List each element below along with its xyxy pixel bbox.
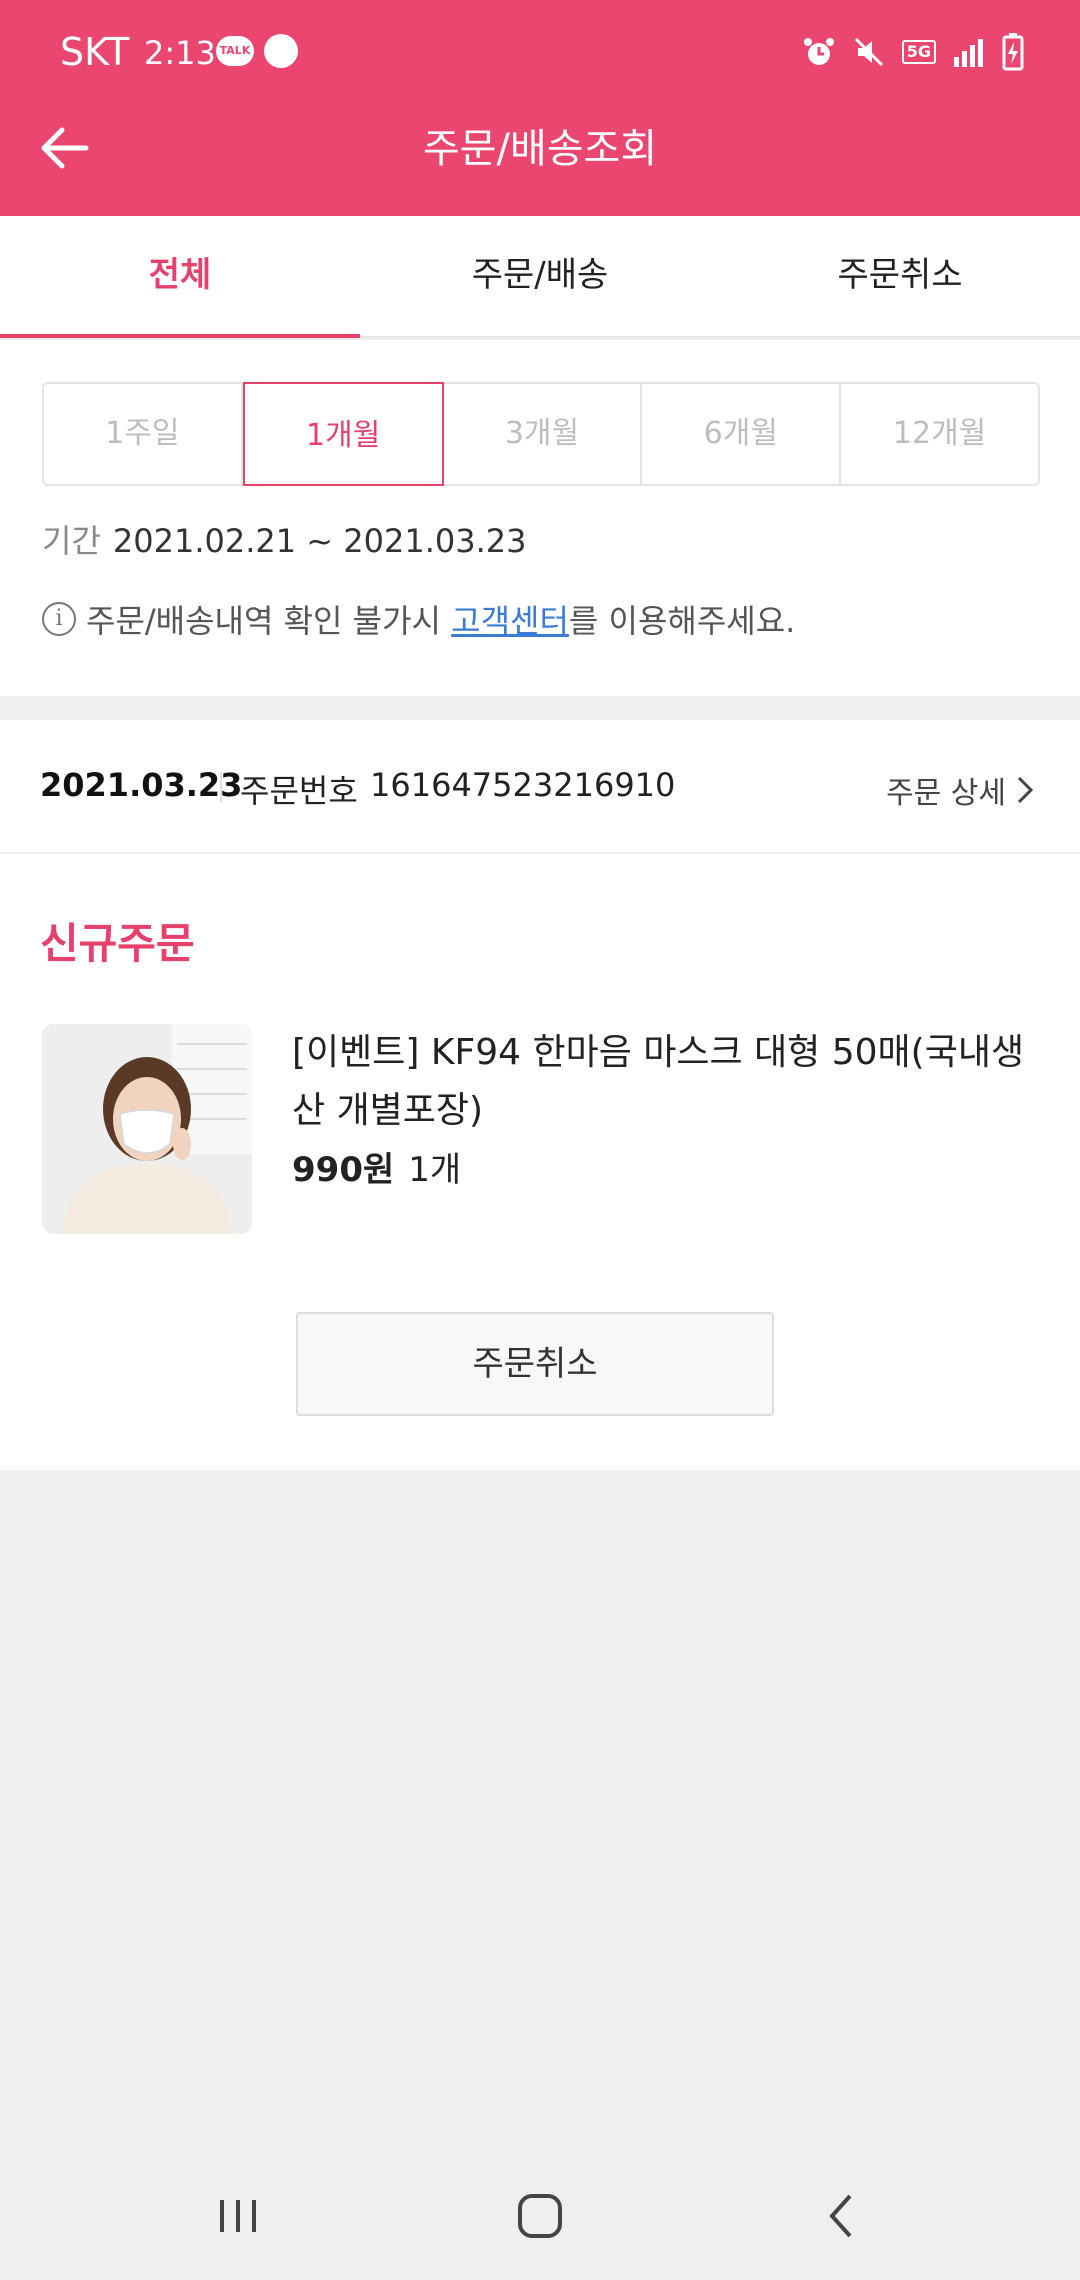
- header-separator: [220, 772, 222, 802]
- period-filter: 1주일 1개월 3개월 6개월 12개월 기간 2021.02.21 ~ 2021…: [0, 340, 1080, 696]
- kakaotalk-notification-icon: TALK: [216, 36, 254, 66]
- order-date: 2021.03.23: [40, 766, 243, 804]
- status-bar: SKT 2:13 TALK 5G: [0, 0, 1080, 104]
- tab-bar: 전체 주문/배송 주문취소: [0, 216, 1080, 338]
- alarm-icon: [803, 38, 834, 65]
- status-icons: 5G: [802, 30, 1024, 74]
- recent-apps-icon[interactable]: [208, 2186, 268, 2246]
- tab-order-cancel[interactable]: 주문취소: [720, 216, 1080, 336]
- price-row: 990원 1개: [292, 1142, 461, 1191]
- period-3-months[interactable]: 3개월: [444, 384, 643, 484]
- date-range-label: 기간: [42, 522, 101, 560]
- period-selector: 1주일 1개월 3개월 6개월 12개월: [42, 382, 1040, 486]
- order-detail-link[interactable]: 주문 상세: [886, 768, 1034, 812]
- order-number: 161647523216910: [370, 766, 676, 804]
- home-icon[interactable]: [510, 2186, 570, 2246]
- order-status: 신규주문: [40, 919, 195, 968]
- period-1-week[interactable]: 1주일: [44, 384, 243, 484]
- clock: 2:13: [144, 34, 216, 72]
- product-quantity: 1개: [408, 1150, 462, 1190]
- order-header: 2021.03.23 주문번호 161647523216910 주문 상세: [0, 720, 1080, 854]
- order-detail-label: 주문 상세: [886, 776, 1006, 811]
- period-6-months[interactable]: 6개월: [642, 384, 842, 484]
- date-range-value: 2021.02.21 ~ 2021.03.23: [112, 522, 527, 560]
- notice-text-prefix: 주문/배송내역 확인 불가시: [86, 602, 452, 640]
- period-12-months[interactable]: 12개월: [841, 384, 1038, 484]
- customer-center-link[interactable]: 고객센터: [451, 596, 569, 642]
- product-price: 990원: [292, 1150, 395, 1190]
- tab-order-delivery[interactable]: 주문/배송: [360, 216, 720, 336]
- product-image: [42, 1024, 252, 1234]
- date-range: 기간 2021.02.21 ~ 2021.03.23: [42, 516, 526, 562]
- network-5g-icon: 5G: [901, 40, 936, 64]
- period-1-month[interactable]: 1개월: [242, 382, 444, 486]
- info-icon: i: [42, 602, 76, 636]
- notice-text-suffix: 를 이용해주세요.: [568, 602, 796, 640]
- tab-all[interactable]: 전체: [0, 216, 360, 338]
- support-notice: i 주문/배송내역 확인 불가시 고객센터 를 이용해주세요.: [42, 596, 795, 642]
- chat-bubble-icon: [264, 34, 298, 68]
- system-navigation-bar: [0, 2150, 1080, 2280]
- mute-icon: [854, 37, 883, 67]
- product-name[interactable]: [이벤트] KF94 한마음 마스크 대형 50매(국내생산 개별포장): [292, 1024, 1040, 1140]
- section-divider: [0, 696, 1080, 720]
- order-number-label: 주문번호: [240, 772, 358, 810]
- battery-charging-icon: [1002, 33, 1024, 71]
- back-icon[interactable]: [812, 2186, 872, 2246]
- page-title: 주문/배송조회: [422, 126, 658, 172]
- cancel-order-button[interactable]: 주문취소: [296, 1312, 774, 1416]
- carrier-label: SKT: [60, 30, 130, 74]
- chevron-right-icon: [1017, 776, 1034, 804]
- order-card: 2021.03.23 주문번호 161647523216910 주문 상세 신규…: [0, 720, 1080, 1470]
- product-thumbnail[interactable]: [42, 1024, 252, 1234]
- signal-icon: [954, 39, 983, 67]
- app-header: SKT 2:13 TALK 5G 주문/배송조회: [0, 0, 1080, 216]
